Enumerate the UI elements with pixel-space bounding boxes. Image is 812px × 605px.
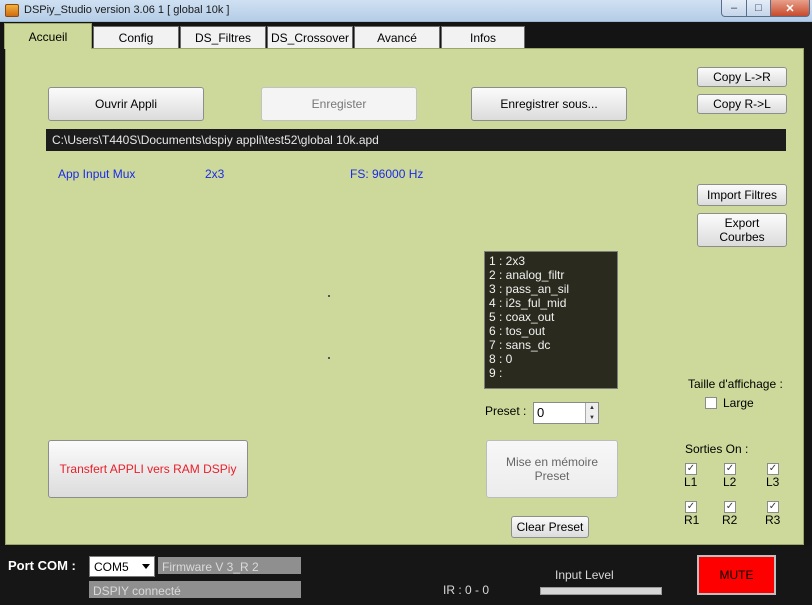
- tab-accueil[interactable]: Accueil: [4, 23, 92, 49]
- preset-label: Preset :: [485, 404, 527, 418]
- output-r1-label: R1: [684, 513, 700, 527]
- decorative-dot: [328, 295, 330, 297]
- file-path-field: C:\Users\T440S\Documents\dspiy appli\tes…: [46, 129, 786, 151]
- tab-ds-filtres[interactable]: DS_Filtres: [180, 26, 266, 48]
- preset-list[interactable]: 1 : 2x3 2 : analog_filtr 3 : pass_an_sil…: [484, 251, 618, 389]
- tab-config[interactable]: Config: [93, 26, 179, 48]
- output-r2-checkbox[interactable]: ✓: [724, 501, 736, 513]
- save-preset-label-2: Preset: [534, 469, 570, 483]
- input-mux-label: App Input Mux: [58, 167, 136, 181]
- preset-item-8[interactable]: 8 : 0: [489, 352, 613, 366]
- mute-button[interactable]: MUTE: [697, 555, 776, 595]
- minimize-button[interactable]: –: [721, 0, 747, 17]
- spin-down-icon[interactable]: ▼: [585, 413, 598, 423]
- display-size-label: Taille d'affichage :: [688, 377, 783, 391]
- ir-status: IR : 0 - 0: [443, 583, 490, 597]
- save-preset-button[interactable]: Mise en mémoire Preset: [486, 440, 618, 498]
- export-curves-label-1: Export: [724, 216, 760, 230]
- export-curves-label-2: Courbes: [719, 230, 765, 244]
- preset-item-7[interactable]: 7 : sans_dc: [489, 338, 613, 352]
- open-app-button[interactable]: Ouvrir Appli: [48, 87, 204, 121]
- input-mux-value: 2x3: [205, 167, 225, 181]
- copy-left-to-right-button[interactable]: Copy L->R: [697, 67, 787, 87]
- output-r1-checkbox[interactable]: ✓: [685, 501, 697, 513]
- sample-rate: FS: 96000 Hz: [350, 167, 424, 181]
- copy-right-to-left-button[interactable]: Copy R->L: [697, 94, 787, 114]
- save-preset-label-1: Mise en mémoire: [505, 455, 599, 469]
- firmware-version: Firmware V 3_R 2: [158, 557, 301, 574]
- maximize-button[interactable]: □: [746, 0, 771, 17]
- output-l1-label: L1: [684, 475, 698, 489]
- output-r2-label: R2: [722, 513, 738, 527]
- output-l2-checkbox[interactable]: ✓: [724, 463, 736, 475]
- transfer-to-ram-button[interactable]: Transfert APPLI vers RAM DSPiy: [48, 440, 248, 498]
- tab-infos[interactable]: Infos: [441, 26, 525, 48]
- preset-item-6[interactable]: 6 : tos_out: [489, 324, 613, 338]
- save-as-button[interactable]: Enregistrer sous...: [471, 87, 627, 121]
- connection-status: DSPIY connecté: [89, 581, 301, 598]
- preset-item-9[interactable]: 9 :: [489, 366, 613, 380]
- output-r3-label: R3: [765, 513, 781, 527]
- clear-preset-button[interactable]: Clear Preset: [511, 516, 589, 538]
- preset-item-3[interactable]: 3 : pass_an_sil: [489, 282, 613, 296]
- decorative-dot: [328, 357, 330, 359]
- outputs-label: Sorties On :: [685, 442, 749, 456]
- app-icon: [5, 4, 19, 17]
- preset-item-4[interactable]: 4 : i2s_ful_mid: [489, 296, 613, 310]
- output-r3-checkbox[interactable]: ✓: [767, 501, 779, 513]
- tab-ds-crossover[interactable]: DS_Crossover: [267, 26, 353, 48]
- import-filters-button[interactable]: Import Filtres: [697, 184, 787, 206]
- close-button[interactable]: ✕: [770, 0, 810, 17]
- input-level-meter: [540, 587, 662, 595]
- large-checkbox[interactable]: [705, 397, 717, 409]
- tab-avance[interactable]: Avancé: [354, 26, 440, 48]
- port-com-label: Port COM :: [8, 558, 76, 573]
- preset-item-5[interactable]: 5 : coax_out: [489, 310, 613, 324]
- large-label: Large: [723, 396, 754, 410]
- input-level-label: Input Level: [555, 568, 614, 582]
- preset-item-1[interactable]: 1 : 2x3: [489, 254, 613, 268]
- output-l3-checkbox[interactable]: ✓: [767, 463, 779, 475]
- output-l1-checkbox[interactable]: ✓: [685, 463, 697, 475]
- save-button[interactable]: Enregister: [261, 87, 417, 121]
- spin-up-icon[interactable]: ▲: [585, 403, 598, 413]
- preset-value[interactable]: 0: [537, 405, 544, 420]
- window-title: DSPiy_Studio version 3.06 1 [ global 10k…: [24, 4, 230, 16]
- export-curves-button[interactable]: Export Courbes: [697, 213, 787, 247]
- chevron-down-icon[interactable]: [142, 564, 150, 569]
- output-l3-label: L3: [766, 475, 780, 489]
- output-l2-label: L2: [723, 475, 737, 489]
- preset-stepper[interactable]: 0 ▲ ▼: [533, 402, 599, 424]
- preset-item-2[interactable]: 2 : analog_filtr: [489, 268, 613, 282]
